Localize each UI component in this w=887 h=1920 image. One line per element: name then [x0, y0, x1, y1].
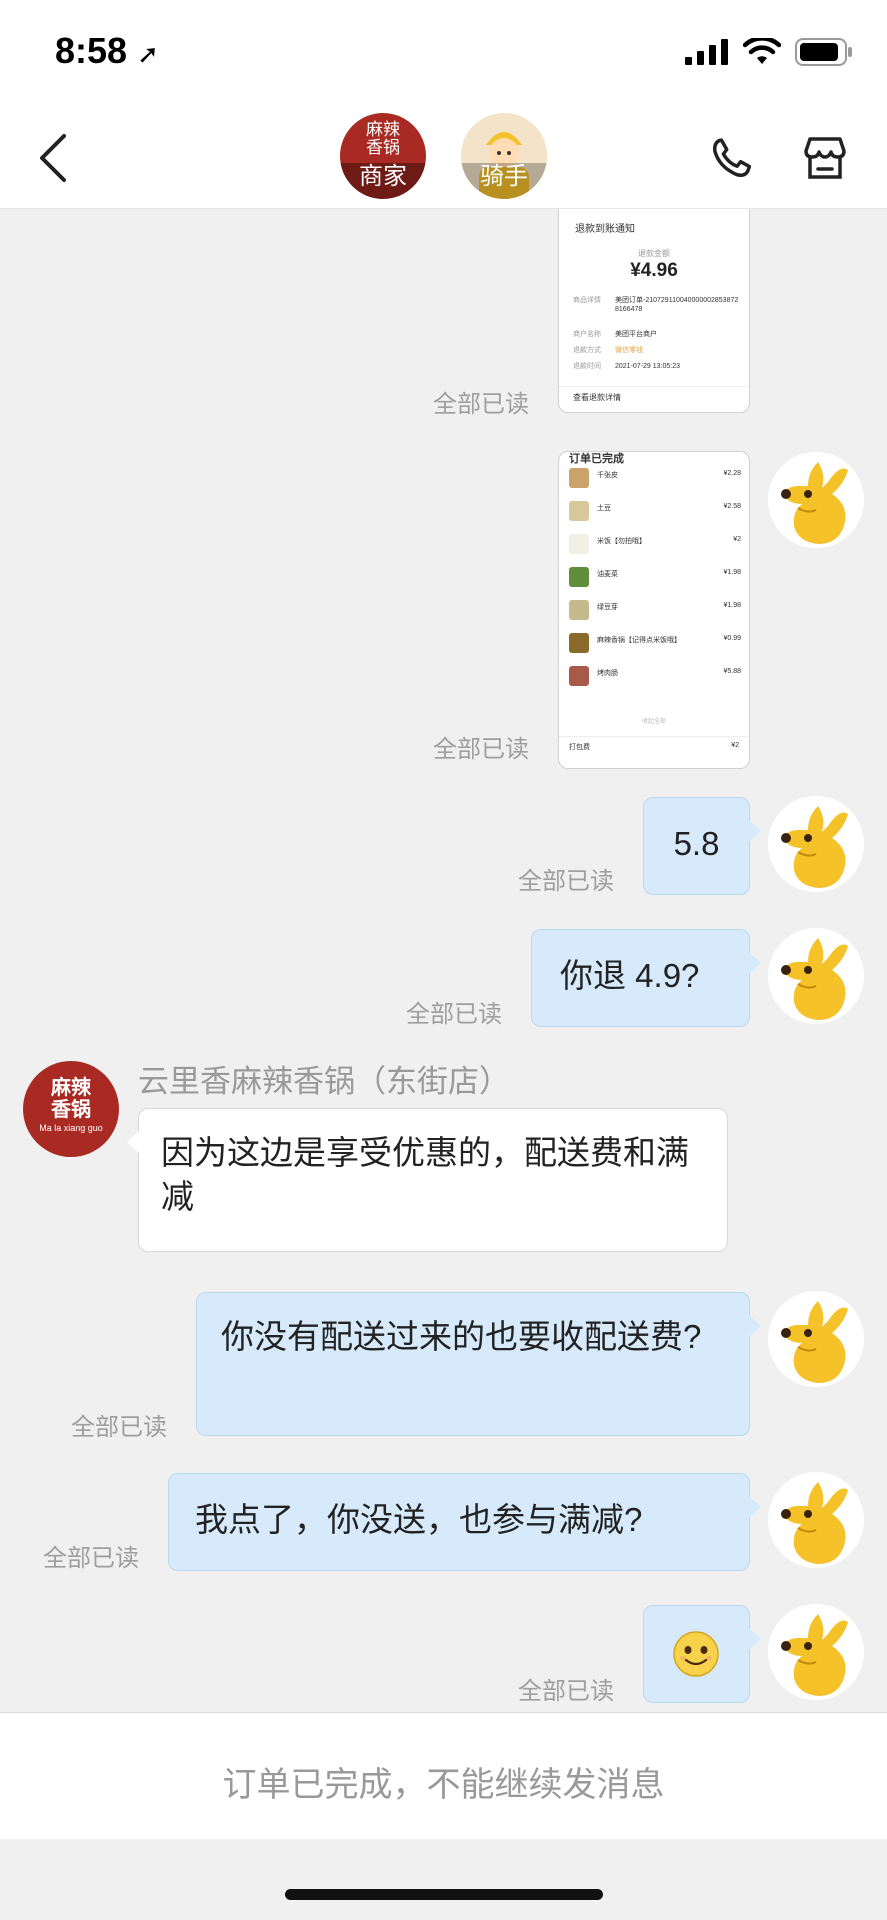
- message-bubble-self[interactable]: 我点了，你没送，也参与满减?: [168, 1473, 761, 1571]
- refund-amount-label: 退款金额: [638, 249, 670, 258]
- sender-name: 云里香麻辣香锅（东街店）: [138, 1064, 510, 1099]
- order-item-row: 米饭【勿拍哦】 ¥2: [569, 534, 741, 567]
- back-icon[interactable]: [30, 130, 80, 186]
- message-text: 你没有配送过来的也要收配送费?: [221, 1318, 702, 1355]
- order-item-name: 麻辣香锅【记得点米饭哦】: [597, 637, 681, 644]
- order-collapse-label: 收起全部: [641, 719, 666, 725]
- rider-tab-label: 骑手: [480, 163, 528, 190]
- kangaroo-avatar-icon: [781, 1301, 848, 1383]
- merchant-logo-text: 麻辣香锅: [51, 1077, 91, 1121]
- order-item-row: 绿豆芽 ¥1.98: [569, 600, 741, 633]
- order-item-name: 绿豆芽: [597, 604, 618, 611]
- kangaroo-avatar-icon: [781, 1614, 848, 1696]
- order-item-name: 油麦菜: [597, 571, 618, 578]
- user-avatar[interactable]: [768, 1472, 864, 1568]
- kangaroo-avatar-icon: [781, 462, 848, 544]
- chat-disabled-text: 订单已完成，不能继续发消息: [222, 1766, 665, 1804]
- kangaroo-avatar-icon: [781, 938, 848, 1020]
- user-avatar[interactable]: [768, 928, 864, 1024]
- order-item-row: 油麦菜 ¥1.98: [569, 567, 741, 600]
- order-item-thumbnail: [569, 567, 589, 587]
- message-text: 因为这边是享受优惠的，配送费和满减: [161, 1134, 689, 1215]
- read-status: 全部已读: [43, 1545, 139, 1572]
- chat-message-list[interactable]: 退款到账通知 退款金额 ¥4.96 商品详情 美团订单-2107291100400…: [0, 209, 887, 1712]
- chat-header: 麻辣香锅 商家 骑手: [0, 105, 887, 209]
- order-item-price: ¥1.98: [723, 569, 741, 576]
- user-avatar[interactable]: [768, 452, 864, 548]
- order-item-price: ¥0.99: [723, 635, 741, 642]
- status-icons: [685, 38, 853, 66]
- refund-row: 商户名称 美团平台商户: [573, 331, 657, 338]
- order-item-thumbnail: [569, 666, 589, 686]
- read-status: 全部已读: [518, 1678, 614, 1705]
- order-item-row: 麻辣香锅【记得点米饭哦】 ¥0.99: [569, 633, 741, 666]
- kangaroo-avatar-icon: [781, 806, 848, 888]
- order-item-list: 千张皮 ¥2.28 土豆 ¥2.58 米饭【勿拍哦】 ¥2 油麦菜 ¥1.98 绿豆芽 ¥1.98…: [569, 468, 741, 699]
- order-item-row: 千张皮 ¥2.28: [569, 468, 741, 501]
- refund-amount: ¥4.96: [630, 260, 678, 281]
- message-bubble-self[interactable]: 你没有配送过来的也要收配送费?: [196, 1292, 761, 1436]
- chat-disabled-notice: 订单已完成，不能继续发消息: [0, 1712, 887, 1839]
- refund-row: 退款时间 2021-07-29 13:05:23: [573, 363, 680, 370]
- tab-rider[interactable]: 骑手: [461, 113, 547, 199]
- location-arrow-icon: ➚: [137, 39, 159, 69]
- read-status: 全部已读: [406, 1001, 502, 1028]
- user-avatar[interactable]: [768, 1291, 864, 1387]
- order-item-thumbnail: [569, 468, 589, 488]
- user-avatar[interactable]: [768, 796, 864, 892]
- user-avatar[interactable]: [768, 1604, 864, 1700]
- order-item-name: 烤肉肠: [597, 670, 618, 677]
- order-item-name: 米饭【勿拍哦】: [597, 538, 646, 545]
- message-text: 你退 4.9?: [560, 957, 700, 994]
- order-item-name: 土豆: [597, 505, 611, 512]
- message-text: 5.8: [673, 825, 720, 862]
- packing-fee-value: ¥2: [731, 742, 739, 749]
- order-item-price: ¥2.28: [723, 470, 741, 477]
- order-item-row: 烤肉肠 ¥5.88: [569, 666, 741, 699]
- cellular-signal-icon: [685, 39, 728, 65]
- refund-row: 商品详情 美团订单-2107291100400000028538728166478: [573, 297, 739, 313]
- message-bubble-self[interactable]: 5.8: [643, 797, 761, 895]
- read-status: 全部已读: [518, 868, 614, 895]
- packing-fee-label: 打包费: [569, 744, 590, 751]
- kangaroo-avatar-icon: [781, 1482, 848, 1564]
- smile-emoji-icon: [673, 1631, 719, 1677]
- phone-icon[interactable]: [704, 131, 758, 185]
- read-status: 全部已读: [433, 736, 529, 763]
- merchant-logo-text: 麻辣香锅: [366, 120, 400, 157]
- merchant-logo-subtext: Ma la xiang guo: [39, 1123, 103, 1133]
- message-bubble-merchant[interactable]: 因为这边是享受优惠的，配送费和满减: [127, 1108, 728, 1252]
- home-indicator[interactable]: [285, 1889, 603, 1900]
- order-item-thumbnail: [569, 633, 589, 653]
- order-item-price: ¥5.88: [723, 668, 741, 675]
- refund-row: 退款方式 微信零钱: [573, 347, 643, 354]
- read-status: 全部已读: [71, 1414, 167, 1441]
- merchant-avatar[interactable]: 麻辣香锅 Ma la xiang guo: [23, 1061, 119, 1157]
- order-item-thumbnail: [569, 534, 589, 554]
- read-status: 全部已读: [433, 391, 529, 418]
- status-time: 8:58 ➚: [55, 30, 159, 71]
- order-screenshot-image[interactable]: 订单已完成 千张皮 ¥2.28 土豆 ¥2.58 米饭【勿拍哦】 ¥2 油麦菜 ¥1.98 绿豆…: [558, 451, 750, 769]
- message-bubble-self[interactable]: [643, 1605, 761, 1703]
- refund-detail-link: 查看退款详情: [573, 393, 621, 402]
- order-item-row: 土豆 ¥2.58: [569, 501, 741, 534]
- message-bubble-self[interactable]: 你退 4.9?: [531, 929, 761, 1027]
- order-item-price: ¥2: [733, 536, 741, 543]
- battery-icon: [795, 38, 852, 66]
- order-item-price: ¥1.98: [723, 602, 741, 609]
- wifi-icon: [743, 38, 781, 64]
- order-item-thumbnail: [569, 600, 589, 620]
- store-icon[interactable]: [798, 131, 852, 185]
- order-card-title: 订单已完成: [569, 453, 624, 465]
- refund-title: 退款到账通知: [575, 224, 635, 235]
- order-item-thumbnail: [569, 501, 589, 521]
- status-bar: 8:58 ➚: [0, 0, 887, 105]
- merchant-tab-label: 商家: [359, 163, 407, 190]
- refund-screenshot-image[interactable]: 退款到账通知 退款金额 ¥4.96 商品详情 美团订单-2107291100400…: [558, 209, 750, 413]
- message-text: 我点了，你没送，也参与满减?: [195, 1501, 643, 1538]
- tab-merchant[interactable]: 麻辣香锅 商家: [340, 113, 426, 199]
- order-item-price: ¥2.58: [723, 503, 741, 510]
- order-item-name: 千张皮: [597, 472, 618, 479]
